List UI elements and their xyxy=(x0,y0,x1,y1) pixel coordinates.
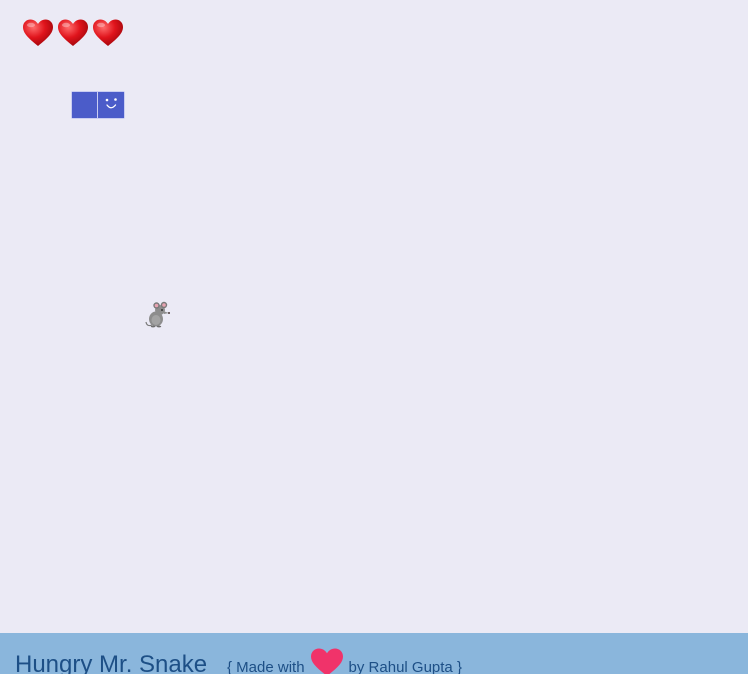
lives-indicator xyxy=(22,18,124,48)
snake-head xyxy=(98,92,124,118)
heart-icon xyxy=(310,648,343,674)
heart-icon xyxy=(58,19,88,46)
snake xyxy=(71,91,125,119)
credit-prefix: { Made with xyxy=(227,658,305,674)
credit-line: { Made with by Rahul Gupta } xyxy=(227,648,462,674)
heart-icon xyxy=(93,19,123,46)
heart-icon xyxy=(23,19,53,46)
footer: Hungry Mr. Snake { Made with by Rahul Gu… xyxy=(0,633,748,674)
snake-face-icon xyxy=(105,98,117,109)
credit-suffix: by Rahul Gupta } xyxy=(348,658,462,674)
mouse-icon xyxy=(145,301,170,328)
game-title: Hungry Mr. Snake xyxy=(15,651,208,674)
snake-body-segment xyxy=(72,92,98,118)
game-board[interactable] xyxy=(0,0,748,633)
